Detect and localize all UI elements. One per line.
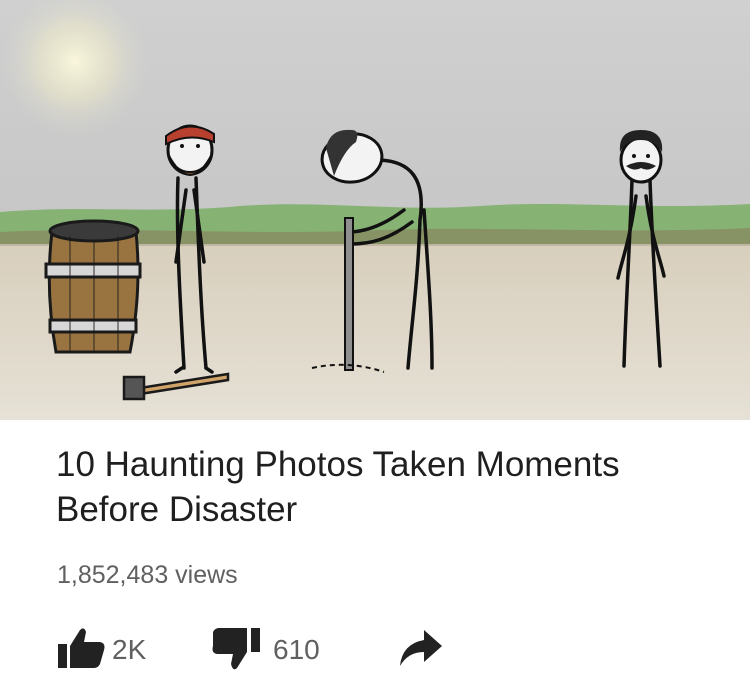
video-meta: 10 Haunting Photos Taken Moments Before … [0, 420, 750, 688]
view-count: 1,852,483 views [57, 561, 238, 589]
share-arrow-icon [398, 628, 444, 673]
like-count: 2K [112, 634, 147, 665]
thumbs-up-icon [56, 626, 106, 675]
like-button[interactable]: 2K [56, 625, 146, 675]
video-title[interactable]: 10 Haunting Photos Taken Moments Before … [56, 442, 696, 532]
thumbnail-illustration [0, 0, 750, 420]
dislike-count: 610 [273, 634, 320, 665]
figure-bearded-head [165, 124, 215, 176]
action-bar: 2K 610 [0, 625, 750, 675]
dislike-button[interactable]: 610 [211, 625, 320, 675]
video-thumbnail[interactable] [0, 0, 750, 420]
barrel [44, 219, 142, 354]
figure-mustached-head [619, 130, 663, 184]
thumbs-down-icon [211, 626, 267, 675]
share-button[interactable] [398, 625, 444, 675]
